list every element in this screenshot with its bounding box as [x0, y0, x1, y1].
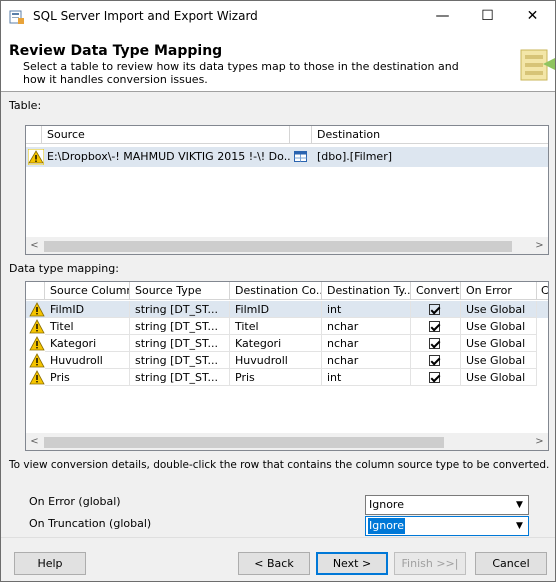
back-button[interactable]: < Back — [238, 552, 310, 575]
mapping-row[interactable]: Kategori string [DT_ST... Kategori nchar… — [26, 335, 548, 352]
next-button[interactable]: Next > — [316, 552, 388, 575]
mapping-row[interactable]: Pris string [DT_ST... Pris int Use Globa… — [26, 369, 548, 386]
mapping-header-corner — [26, 282, 45, 300]
scroll-right-arrow[interactable]: > — [531, 434, 548, 450]
table-header-corner — [26, 126, 42, 144]
convert-checkbox[interactable] — [429, 338, 440, 349]
mapping-hscrollbar[interactable]: < > — [26, 433, 548, 450]
maximize-button[interactable]: ☐ — [465, 1, 510, 32]
on-truncation-global-label: On Truncation (global) — [29, 517, 152, 530]
convert-cell — [411, 369, 461, 386]
table-hscrollbar[interactable]: < > — [26, 237, 548, 254]
mapping-grid: Source Column Source Type Destination Co… — [25, 281, 549, 451]
source-type-cell: string [DT_ST... — [130, 335, 230, 352]
on-error-global-select[interactable]: Ignore ▼ — [365, 495, 529, 515]
dest-type-cell: nchar — [322, 352, 411, 369]
table-destination-cell: [dbo].[Filmer] — [317, 150, 393, 163]
table-scroll-thumb[interactable] — [44, 241, 512, 252]
dest-type-cell: nchar — [322, 335, 411, 352]
mapping-header-convert[interactable]: Convert — [411, 282, 461, 300]
convert-cell — [411, 352, 461, 369]
on-error-cell[interactable]: Use Global — [461, 335, 537, 352]
mapping-scroll-thumb[interactable] — [44, 437, 444, 448]
cancel-button[interactable]: Cancel — [475, 552, 547, 575]
wizard-window: SQL Server Import and Export Wizard — ☐ … — [0, 0, 556, 582]
warning-icon — [29, 319, 45, 334]
scroll-right-arrow[interactable]: > — [531, 238, 548, 254]
source-type-cell: string [DT_ST... — [130, 318, 230, 335]
source-column-cell: FilmID — [45, 301, 130, 318]
mapping-header-source-column[interactable]: Source Column — [45, 282, 130, 300]
scroll-left-arrow[interactable]: < — [26, 238, 43, 254]
close-button[interactable]: ✕ — [510, 1, 555, 32]
window-title: SQL Server Import and Export Wizard — [33, 9, 258, 23]
scroll-left-arrow[interactable]: < — [26, 434, 43, 450]
table-header-spacer — [290, 126, 312, 144]
wizard-header-art — [520, 49, 555, 81]
on-error-global-label: On Error (global) — [29, 495, 121, 508]
title-bar: SQL Server Import and Export Wizard — ☐ … — [1, 1, 555, 32]
source-column-cell: Kategori — [45, 335, 130, 352]
source-type-cell: string [DT_ST... — [130, 301, 230, 318]
dropdown-arrow-icon[interactable]: ▼ — [511, 517, 528, 535]
on-error-cell[interactable]: Use Global — [461, 369, 537, 386]
help-button[interactable]: Help — [14, 552, 86, 575]
source-type-cell: string [DT_ST... — [130, 352, 230, 369]
convert-checkbox[interactable] — [429, 321, 440, 332]
source-column-cell: Titel — [45, 318, 130, 335]
source-type-cell: string [DT_ST... — [130, 369, 230, 386]
dropdown-arrow-icon[interactable]: ▼ — [511, 496, 528, 514]
wizard-header: Review Data Type Mapping Select a table … — [1, 32, 555, 92]
table-label: Table: — [9, 99, 42, 112]
table-row[interactable]: E:\Dropbox\-! MAHMUD VIKTIG 2015 !-\! Do… — [26, 147, 548, 167]
warning-icon — [29, 353, 45, 368]
convert-checkbox[interactable] — [429, 355, 440, 366]
mapping-row[interactable]: FilmID string [DT_ST... FilmID int Use G… — [26, 301, 548, 318]
dest-column-cell: Titel — [230, 318, 322, 335]
convert-checkbox[interactable] — [429, 372, 440, 383]
mapping-row[interactable]: Titel string [DT_ST... Titel nchar Use G… — [26, 318, 548, 335]
dest-column-cell: FilmID — [230, 301, 322, 318]
table-icon — [294, 151, 307, 162]
table-header-destination[interactable]: Destination — [312, 126, 548, 144]
table-grid: Source Destination E:\Dropbox\-! MAHMUD … — [25, 125, 549, 255]
conversion-hint: To view conversion details, double-click… — [9, 459, 550, 471]
table-source-cell: E:\Dropbox\-! MAHMUD VIKTIG 2015 !-\! Do… — [47, 150, 290, 163]
convert-cell — [411, 301, 461, 318]
convert-cell — [411, 318, 461, 335]
dest-type-cell: int — [322, 301, 411, 318]
finish-button[interactable]: Finish >>| — [394, 552, 466, 575]
on-error-cell[interactable]: Use Global — [461, 301, 537, 318]
convert-cell — [411, 335, 461, 352]
warning-icon — [29, 370, 45, 385]
mapping-header-on-error[interactable]: On Error — [461, 282, 537, 300]
dest-type-cell: nchar — [322, 318, 411, 335]
mapping-header-dest-type[interactable]: Destination Ty... — [322, 282, 411, 300]
dest-column-cell: Kategori — [230, 335, 322, 352]
mapping-header-truncated[interactable]: C — [537, 282, 548, 300]
on-truncation-global-value: Ignore — [368, 518, 405, 534]
dest-type-cell: int — [322, 369, 411, 386]
page-title: Review Data Type Mapping — [9, 43, 223, 59]
minimize-button[interactable]: — — [420, 1, 465, 32]
convert-checkbox[interactable] — [429, 304, 440, 315]
source-column-cell: Huvudroll — [45, 352, 130, 369]
source-column-cell: Pris — [45, 369, 130, 386]
on-error-cell[interactable]: Use Global — [461, 318, 537, 335]
dest-column-cell: Huvudroll — [230, 352, 322, 369]
mapping-row[interactable]: Huvudroll string [DT_ST... Huvudroll nch… — [26, 352, 548, 369]
mapping-header-dest-column[interactable]: Destination Co... — [230, 282, 322, 300]
on-error-cell[interactable]: Use Global — [461, 352, 537, 369]
mapping-header-source-type[interactable]: Source Type — [130, 282, 230, 300]
table-header-source[interactable]: Source — [42, 126, 290, 144]
wizard-app-icon — [9, 10, 24, 24]
dest-column-cell: Pris — [230, 369, 322, 386]
warning-icon — [29, 336, 45, 351]
page-subtitle: Select a table to review how its data ty… — [23, 60, 459, 86]
on-error-global-value: Ignore — [369, 498, 404, 511]
on-truncation-global-select[interactable]: Ignore ▼ — [365, 516, 529, 536]
mapping-label: Data type mapping: — [9, 262, 119, 275]
warning-icon — [29, 302, 45, 317]
